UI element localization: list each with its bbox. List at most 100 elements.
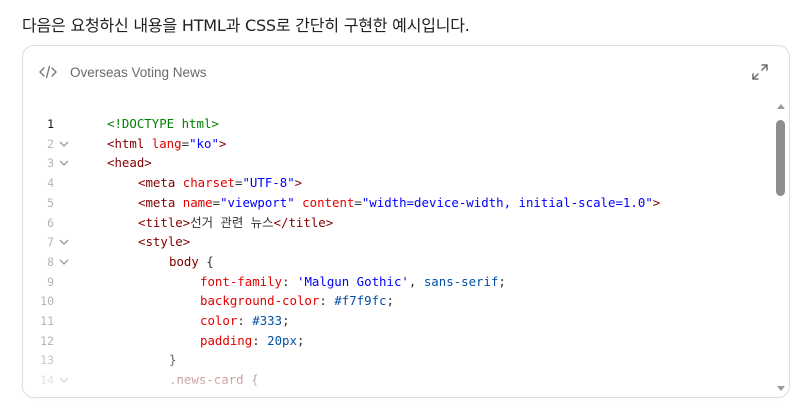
expand-icon[interactable]	[751, 63, 769, 81]
code-token: charset	[182, 175, 235, 191]
line-number: 6	[47, 215, 54, 230]
code-line: 13}	[23, 350, 763, 370]
intro-text: 다음은 요청하신 내용을 HTML과 CSS로 간단히 구현한 예시입니다.	[22, 16, 470, 35]
line-number: 5	[47, 195, 54, 210]
code-line: 6 <title>선거 관련 뉴스</title>	[23, 213, 763, 233]
line-number: 11	[40, 314, 54, 328]
code-line: 10 background-color: #f7f9fc;	[23, 291, 763, 311]
code-token: "UTF-8"	[242, 175, 295, 191]
code-token: name	[182, 194, 213, 210]
code-token: <meta	[138, 194, 183, 210]
fold-chevron-icon[interactable]	[59, 258, 69, 266]
code-text: <html lang="ko">	[107, 134, 226, 154]
code-text: }	[169, 350, 176, 370]
scroll-thumb[interactable]	[776, 120, 785, 196]
code-token: </title>	[273, 214, 334, 230]
code-token: <title>	[138, 214, 191, 230]
code-token: :	[252, 332, 268, 348]
code-line: 5 <meta name="viewport" content="width=de…	[23, 193, 763, 213]
fold-chevron-icon[interactable]	[59, 376, 69, 384]
code-token: #f7f9fc	[334, 293, 387, 309]
scroll-down-arrow[interactable]	[777, 386, 785, 391]
code-token: <head>	[107, 155, 152, 171]
line-number: 8	[47, 254, 54, 269]
fold-chevron-icon[interactable]	[59, 159, 69, 167]
code-text: padding: 20px;	[200, 331, 304, 351]
artifact-title: Overseas Voting News	[70, 65, 207, 80]
line-number: 7	[47, 235, 54, 250]
line-number: 13	[40, 353, 54, 368]
code-token: ;	[296, 332, 305, 348]
code-token: =	[354, 194, 362, 210]
code-text: body {	[169, 252, 214, 272]
code-text: background-color: #f7f9fc;	[200, 291, 394, 311]
code-token: ;	[498, 273, 506, 289]
code-token: ;	[282, 313, 290, 328]
code-line: 8 body {	[23, 252, 763, 272]
code-token: >	[218, 135, 227, 151]
line-number: 14	[40, 373, 54, 388]
code-token: body	[169, 253, 199, 269]
code-token: #333	[252, 313, 283, 328]
line-number: 9	[47, 274, 54, 289]
code-token: <!DOCTYPE html>	[107, 116, 219, 131]
code-token: :	[319, 293, 335, 309]
code-token: "ko"	[189, 135, 219, 151]
code-line: 7 <style>	[23, 232, 763, 252]
code-line: 2 <html lang="ko">	[23, 134, 763, 154]
code-token: background-color	[200, 293, 320, 309]
code-token: =	[212, 194, 221, 210]
code-token: color	[200, 313, 238, 328]
code-token: {	[198, 253, 214, 269]
code-editor[interactable]: 1 <!DOCTYPE html> 2 <html lang="ko"> 3 <head>…	[23, 114, 775, 397]
code-line: 11 color: #333;	[23, 311, 763, 331]
line-number: 10	[40, 294, 54, 309]
code-line: 3 <head>	[23, 153, 763, 173]
code-token: lang	[151, 135, 182, 151]
line-number: 3	[47, 156, 54, 171]
code-token: }	[169, 352, 177, 368]
code-token: 선거 관련 뉴스	[190, 214, 274, 230]
code-token: :	[237, 313, 253, 328]
code-line: 12 padding: 20px;	[23, 331, 763, 351]
line-number: 2	[47, 136, 54, 151]
code-text: <style>	[138, 232, 190, 252]
code-text: <!DOCTYPE html>	[107, 114, 219, 134]
code-line: 14 .news-card {	[23, 370, 763, 390]
code-token: =	[181, 135, 190, 151]
code-text: .news-card {	[169, 370, 259, 390]
code-text: color: #333;	[200, 311, 290, 331]
code-text: font-family: 'Malgun Gothic', sans-serif…	[200, 272, 506, 292]
code-token: padding	[200, 332, 253, 348]
code-token: :	[282, 273, 297, 289]
code-token: font-family	[200, 273, 283, 289]
artifact-header: Overseas Voting News	[23, 46, 789, 100]
fold-chevron-icon[interactable]	[59, 140, 69, 148]
code-text: <meta charset="UTF-8">	[138, 173, 302, 193]
line-number: 4	[47, 176, 54, 191]
code-token: 20px	[267, 332, 297, 348]
fold-chevron-icon[interactable]	[59, 238, 69, 246]
code-token: >	[652, 194, 661, 210]
code-token: 'Malgun Gothic'	[296, 273, 409, 289]
code-token: "viewport"	[220, 194, 295, 210]
line-number: 12	[40, 333, 54, 348]
code-scrollbar[interactable]	[775, 104, 787, 391]
code-line: 1 <!DOCTYPE html>	[23, 114, 763, 134]
code-token: .news-card	[169, 372, 244, 388]
code-text: <meta name="viewport" content="width=dev…	[138, 193, 660, 213]
line-number: 1	[47, 117, 54, 131]
code-text: <title>선거 관련 뉴스</title>	[138, 213, 333, 233]
code-token: ,	[408, 273, 424, 289]
code-token: <html	[107, 135, 152, 151]
code-line: 9 font-family: 'Malgun Gothic', sans-seri…	[23, 272, 763, 292]
code-token: content	[302, 194, 355, 210]
code-token: "width=device-width, initial-scale=1.0"	[361, 194, 653, 210]
code-token: >	[294, 175, 303, 191]
code-token: <meta	[138, 175, 183, 191]
code-artifact-panel: Overseas Voting News 1 <!DOCTYPE html> 2 <h…	[22, 45, 790, 398]
code-icon	[39, 65, 57, 79]
code-text: <head>	[107, 153, 152, 173]
code-line: 4 <meta charset="UTF-8">	[23, 173, 763, 193]
scroll-up-arrow[interactable]	[777, 104, 785, 109]
